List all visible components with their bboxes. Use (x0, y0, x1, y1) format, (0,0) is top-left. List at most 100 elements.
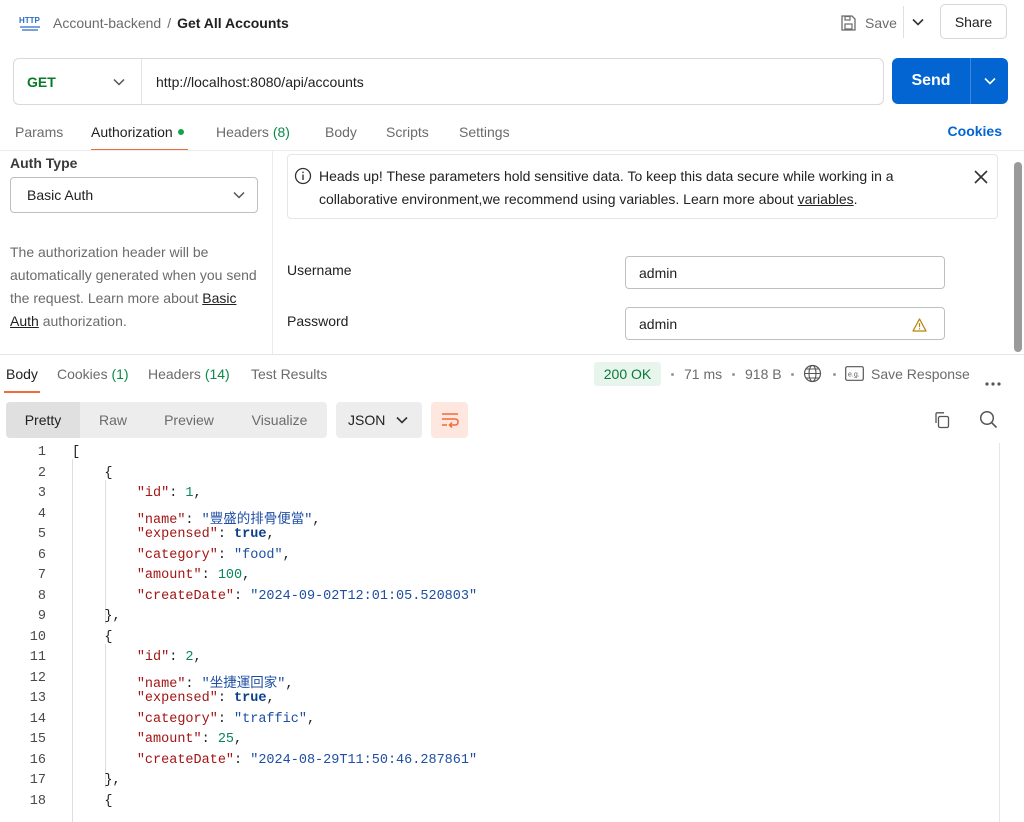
response-cookies-count: (1) (111, 366, 129, 382)
code-line: [ (72, 445, 81, 460)
svg-text:e.g.: e.g. (848, 372, 860, 379)
save-button[interactable]: Save (835, 8, 901, 38)
view-raw-button[interactable]: Raw (80, 402, 146, 438)
url-bar: GET (13, 58, 884, 105)
code-line: "name": "坐捷運回家", (136, 677, 294, 692)
wrap-lines-icon (441, 413, 459, 428)
close-icon[interactable] (973, 169, 989, 185)
meta-separator (833, 373, 836, 376)
response-tab-body[interactable]: Body (6, 366, 38, 382)
status-badge[interactable]: 200 OK (594, 362, 661, 386)
view-preview-button[interactable]: Preview (146, 402, 232, 438)
code-line: "id": 1, (136, 486, 202, 501)
password-input[interactable] (625, 307, 945, 340)
line-number: 13 (29, 691, 46, 706)
search-icon[interactable] (979, 410, 998, 429)
response-tab-test-results[interactable]: Test Results (251, 366, 327, 382)
line-number: 17 (29, 773, 46, 788)
json-boolean: true (234, 527, 267, 542)
code-line: { (72, 466, 113, 481)
more-options-icon[interactable] (985, 373, 1001, 389)
send-options-button[interactable] (970, 58, 1008, 104)
editor-scrollbar-track[interactable] (999, 443, 1000, 822)
save-label: Save (865, 15, 897, 31)
code-line: "amount": 25, (136, 732, 243, 747)
code-line: "expensed": true, (136, 691, 275, 706)
wrap-lines-button[interactable] (431, 402, 468, 438)
sensitive-data-notice: Heads up! These parameters hold sensitiv… (287, 154, 998, 219)
chevron-down-icon (912, 18, 924, 26)
breadcrumb-collection[interactable]: Account-backend (53, 13, 161, 33)
response-tab-underline (4, 391, 40, 393)
code-line: "createDate": "2024-09-02T12:01:05.52080… (136, 589, 478, 604)
share-button[interactable]: Share (940, 4, 1007, 39)
code-line: "category": "food", (136, 548, 291, 563)
response-time[interactable]: 71 ms (684, 366, 722, 382)
breadcrumb-separator: / (167, 15, 172, 31)
meta-separator (732, 373, 735, 376)
language-value: JSON (348, 412, 386, 428)
line-number: 12 (29, 671, 46, 686)
json-key: "amount" (136, 568, 202, 583)
password-label: Password (287, 313, 349, 329)
code-line: "amount": 100, (136, 568, 251, 583)
json-key: "id" (136, 486, 170, 501)
username-input[interactable] (625, 256, 945, 289)
save-options-button[interactable] (908, 10, 928, 34)
json-string: "2024-08-29T11:50:46.287861" (250, 753, 478, 768)
breadcrumb: Account-backend / Get All Accounts (53, 13, 289, 33)
auth-type-label: Auth Type (10, 155, 78, 171)
auth-description: The authorization header will be automat… (10, 241, 260, 333)
line-number: 18 (29, 794, 46, 809)
cookies-link[interactable]: Cookies (948, 123, 1002, 139)
line-number: 16 (29, 753, 46, 768)
tab-body[interactable]: Body (325, 123, 357, 141)
json-number: 100 (217, 568, 243, 583)
code-line: "expensed": true, (136, 527, 275, 542)
json-key: "createDate" (136, 589, 235, 604)
json-key: "id" (136, 650, 170, 665)
auth-type-value: Basic Auth (27, 187, 94, 203)
tab-settings[interactable]: Settings (459, 123, 510, 141)
json-key: "expensed" (136, 527, 218, 542)
url-input[interactable] (142, 59, 883, 104)
json-key: "category" (136, 712, 218, 727)
response-tab-headers[interactable]: Headers (14) (148, 366, 230, 382)
meta-separator (791, 373, 794, 376)
auth-scrollbar[interactable] (1014, 162, 1022, 352)
save-response-icon: e.g. (845, 366, 864, 381)
line-number: 15 (29, 732, 46, 747)
info-icon (294, 167, 312, 185)
response-body-editor[interactable]: 1 2 3 4 5 6 7 8 9 10 11 12 13 14 15 16 1… (0, 443, 1000, 822)
copy-icon[interactable] (933, 411, 951, 429)
notice-text: Heads up! These parameters hold sensitiv… (319, 165, 959, 211)
code-line: "id": 2, (136, 650, 202, 665)
tab-authorization[interactable]: Authorization (91, 123, 184, 141)
response-divider (0, 354, 1024, 355)
line-number: 2 (37, 466, 46, 481)
http-request-icon: HTTP (19, 16, 41, 31)
tab-headers[interactable]: Headers (8) (216, 123, 290, 141)
view-mode-group: Pretty Raw Preview Visualize (6, 402, 327, 438)
tab-params[interactable]: Params (15, 123, 63, 141)
send-button[interactable]: Send (892, 58, 970, 104)
auth-type-select[interactable]: Basic Auth (10, 177, 258, 213)
variables-link[interactable]: variables (798, 191, 854, 207)
method-select[interactable]: GET (14, 59, 142, 104)
request-title[interactable]: Get All Accounts (177, 13, 289, 33)
view-pretty-button[interactable]: Pretty (6, 402, 80, 438)
response-size[interactable]: 918 B (745, 366, 782, 382)
json-number: 2 (185, 650, 194, 665)
code-line: }, (72, 773, 121, 788)
warning-icon[interactable] (912, 318, 927, 332)
view-visualize-button[interactable]: Visualize (232, 402, 327, 438)
language-select[interactable]: JSON (336, 402, 422, 438)
tabs-divider (0, 150, 1024, 151)
save-response-button[interactable]: Save Response (871, 366, 970, 382)
response-tab-cookies[interactable]: Cookies (1) (57, 366, 129, 382)
line-number: 14 (29, 712, 46, 727)
globe-icon[interactable] (803, 364, 822, 383)
json-key: "createDate" (136, 753, 235, 768)
line-number: 7 (37, 568, 46, 583)
tab-scripts[interactable]: Scripts (386, 123, 429, 141)
